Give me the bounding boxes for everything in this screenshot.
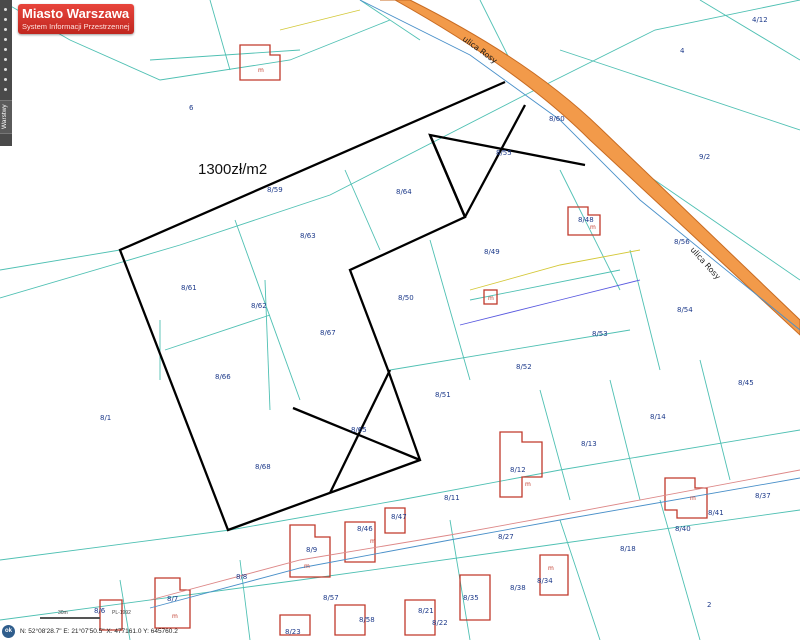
parcel-label: 8/21 xyxy=(418,607,434,615)
parcel-label: 8/62 xyxy=(251,302,267,310)
parcel-label: 4 xyxy=(680,47,685,55)
crs-label: PL-1992 xyxy=(112,610,131,616)
toolbar-dot[interactable] xyxy=(4,88,7,91)
scale-bar: 30m PL-1992 xyxy=(20,610,140,622)
toolbar-dot[interactable] xyxy=(4,68,7,71)
status-bar: 30m PL-1992 ok N: 52°08'28.7" E: 21°07'5… xyxy=(0,610,800,640)
layers-tab-label: Warstwy xyxy=(1,104,8,129)
parcel-label: 8/64 xyxy=(396,188,412,196)
parcel-label: 8/57 xyxy=(323,594,339,602)
layers-tab[interactable]: Warstwy xyxy=(0,100,12,134)
parcel-label: 8/13 xyxy=(581,440,597,448)
parcel-label: 8/9 xyxy=(306,546,317,554)
parcel-label: 8/51 xyxy=(435,391,451,399)
scale-label: 30m xyxy=(58,610,68,616)
building-label: m xyxy=(590,224,596,231)
parcel-label: 8/63 xyxy=(300,232,316,240)
toolbar-dot[interactable] xyxy=(4,38,7,41)
parcel-label: 8/66 xyxy=(215,373,231,381)
parcel-label: 8/8 xyxy=(236,573,247,581)
parcel-label: 8/56 xyxy=(674,238,690,246)
toolbar-dot[interactable] xyxy=(4,78,7,81)
parcel-label: 8/46 xyxy=(357,525,373,533)
parcel-label: 8/59 xyxy=(267,186,283,194)
building-label: m xyxy=(488,295,494,302)
parcel-label: 8/41 xyxy=(708,509,724,517)
parcel-label: 8/67 xyxy=(320,329,336,337)
parcel-label: 8/35 xyxy=(463,594,479,602)
toolbar-dot[interactable] xyxy=(4,28,7,31)
parcel-label: 8/14 xyxy=(650,413,666,421)
building-label: m xyxy=(304,563,310,570)
parcel-label: 8/52 xyxy=(516,363,532,371)
scale-bar-line xyxy=(40,617,100,619)
price-annotation: 1300zł/m2 xyxy=(198,161,268,178)
parcel-label: 8/50 xyxy=(398,294,414,302)
parcel-label: 8/68 xyxy=(255,463,271,471)
coordinates-readout: N: 52°08'28.7" E: 21°07'50.5" X: 477161.… xyxy=(20,628,178,635)
parcel-label: 8/54 xyxy=(677,306,693,314)
app-logo[interactable]: Miasto Warszawa System Informacji Przest… xyxy=(18,4,134,34)
ok-button[interactable]: ok xyxy=(2,625,15,638)
parcel-label: 8/65 xyxy=(351,426,367,434)
building-label: m xyxy=(172,613,178,620)
building-label: m xyxy=(525,481,531,488)
toolbar-dot[interactable] xyxy=(4,48,7,51)
parcel-label: 8/34 xyxy=(537,577,553,585)
parcel-label: 8/12 xyxy=(510,466,526,474)
parcel-label: 8/45 xyxy=(738,379,754,387)
parcel-label: 2 xyxy=(707,601,711,609)
parcel-label: 8/49 xyxy=(484,248,500,256)
parcel-label: 8/37 xyxy=(755,492,771,500)
parcel-label: 9/2 xyxy=(699,153,710,161)
logo-title: Miasto Warszawa xyxy=(22,6,130,21)
building-label: m xyxy=(258,67,264,74)
building-label: m xyxy=(548,565,554,572)
parcel-label: 8/48 xyxy=(578,216,594,224)
parcel-label: 6 xyxy=(189,104,194,112)
building-label: m xyxy=(690,495,696,502)
parcel-label: 8/7 xyxy=(167,595,178,603)
parcel-lines xyxy=(0,0,800,640)
toolbar-dot[interactable] xyxy=(4,8,7,11)
parcel-label: 8/38 xyxy=(510,584,526,592)
map-side-toolbar: Warstwy xyxy=(0,0,12,146)
parcel-label: 8/53 xyxy=(592,330,608,338)
parcel-label: 8/40 xyxy=(675,525,691,533)
map-canvas[interactable]: 8/59 8/60 8/64 8/63 8/61 8/62 8/67 8/50 … xyxy=(0,0,800,640)
parcel-label: 8/1 xyxy=(100,414,111,422)
buildings xyxy=(99,44,708,636)
building-label: m xyxy=(370,538,376,545)
toolbar-dot[interactable] xyxy=(4,18,7,21)
parcel-label: 8/27 xyxy=(498,533,514,541)
toolbar-dot[interactable] xyxy=(4,58,7,61)
parcel-label: 8/55 xyxy=(496,149,512,157)
parcel-label: 4/12 xyxy=(752,16,768,24)
parcel-label: 8/60 xyxy=(549,115,565,123)
parcel-label: 8/18 xyxy=(620,545,636,553)
parcel-label: 8/11 xyxy=(444,494,460,502)
plot-outline xyxy=(118,80,586,532)
parcel-label: 8/58 xyxy=(359,616,375,624)
parcel-label: 8/47 xyxy=(391,513,407,521)
parcel-label: 8/61 xyxy=(181,284,197,292)
logo-subtitle: System Informacji Przestrzennej xyxy=(22,22,130,31)
